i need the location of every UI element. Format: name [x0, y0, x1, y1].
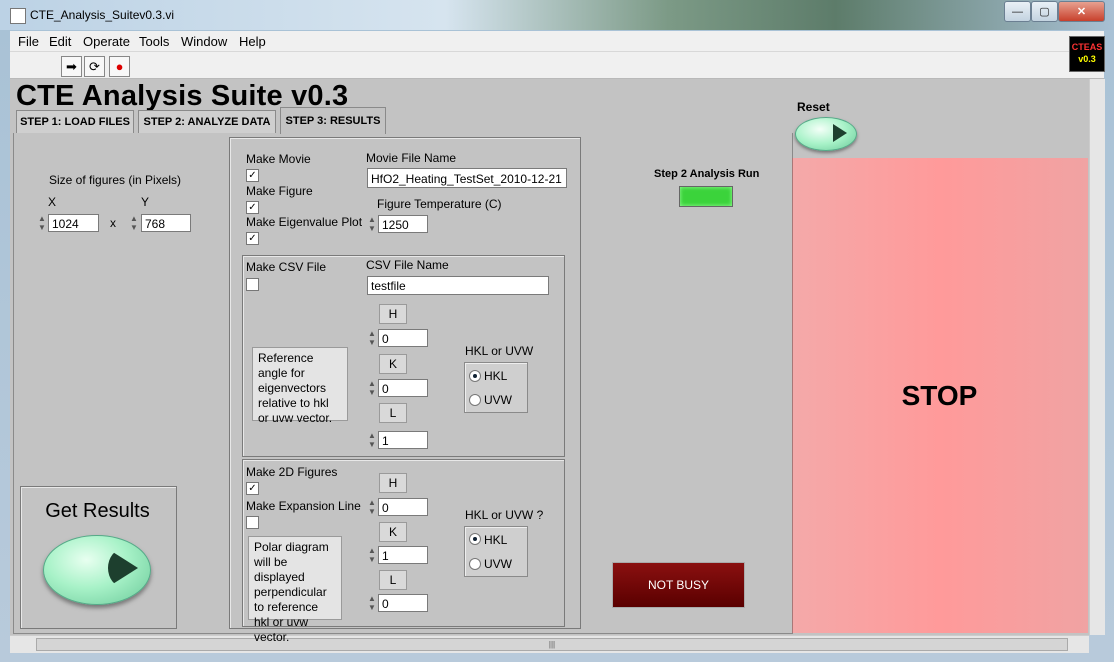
- menu-bar: [10, 31, 1104, 52]
- csv-file-label: CSV File Name: [366, 258, 449, 272]
- polar-hkl-label: HKL: [484, 533, 508, 547]
- polar-h-spinner[interactable]: ▲ ▼: [368, 496, 376, 518]
- y-label: Y: [141, 195, 150, 209]
- menu-help[interactable]: Help: [239, 34, 266, 49]
- h-input[interactable]: 0: [378, 329, 428, 347]
- csv-uvw-label: UVW: [484, 393, 512, 407]
- temp-spinner[interactable]: ▲ ▼: [368, 213, 376, 235]
- run-icon[interactable]: ➡: [61, 56, 82, 77]
- minimize-button[interactable]: —: [1004, 1, 1031, 22]
- vertical-scrollbar[interactable]: [1089, 79, 1105, 635]
- abort-icon[interactable]: ●: [109, 56, 130, 77]
- csv-uvw-radio[interactable]: [469, 394, 481, 406]
- movie-file-input[interactable]: HfO2_Heating_TestSet_2010-12-21: [367, 168, 567, 188]
- scroll-thumb[interactable]: |||: [36, 638, 1068, 651]
- make-exp-label: Make Expansion Line: [246, 499, 361, 513]
- x-spinner[interactable]: ▲ ▼: [38, 212, 46, 234]
- y-spinner[interactable]: ▲ ▼: [130, 212, 138, 234]
- figure-size-label: Size of figures (in Pixels): [49, 173, 182, 187]
- logo-version: v0.3: [1078, 54, 1096, 64]
- get-results-label: Get Results: [45, 500, 150, 522]
- temp-label: Figure Temperature (C): [377, 197, 502, 211]
- l-label: L: [379, 403, 407, 423]
- make-eigen-checkbox[interactable]: ✓: [246, 232, 259, 245]
- polar-uvw-label: UVW: [484, 557, 512, 571]
- make-2d-label: Make 2D Figures: [246, 465, 338, 479]
- k-label: K: [379, 354, 407, 374]
- polar-note: Polar diagram will be displayed perpendi…: [248, 536, 342, 644]
- movie-file-label: Movie File Name: [366, 151, 457, 165]
- l-input[interactable]: 1: [378, 431, 428, 449]
- step2-led: [679, 186, 733, 207]
- menu-tools[interactable]: Tools: [139, 34, 169, 49]
- polar-l-label: L: [379, 570, 407, 590]
- run-continuously-icon[interactable]: ⟳: [84, 56, 105, 77]
- l-spinner[interactable]: ▲ ▼: [368, 429, 376, 451]
- make-movie-checkbox[interactable]: ✓: [246, 169, 259, 182]
- menu-file[interactable]: File: [18, 34, 39, 49]
- k-input[interactable]: 0: [378, 379, 428, 397]
- make-figure-checkbox[interactable]: ✓: [246, 201, 259, 214]
- toolbar: [10, 52, 1104, 79]
- make-movie-label: Make Movie: [246, 152, 311, 166]
- menu-window[interactable]: Window: [181, 34, 227, 49]
- tab-analyze-data[interactable]: STEP 2: ANALYZE DATA: [138, 110, 276, 133]
- logo: CTEAS v0.3: [1069, 36, 1105, 72]
- tab-load-files[interactable]: STEP 1: LOAD FILES: [16, 110, 134, 133]
- polar-k-label: K: [379, 522, 407, 542]
- y-size-input[interactable]: 768: [141, 214, 191, 232]
- x-size-input[interactable]: 1024: [48, 214, 99, 232]
- app-icon: [10, 8, 26, 24]
- maximize-button[interactable]: ▢: [1031, 1, 1058, 22]
- h-label: H: [379, 304, 407, 324]
- h-spinner[interactable]: ▲ ▼: [368, 327, 376, 349]
- reference-angle-note: Reference angle for eigenvectors relativ…: [252, 347, 348, 425]
- polar-mode-label: HKL or UVW ?: [465, 508, 544, 522]
- polar-uvw-radio[interactable]: [469, 558, 481, 570]
- reset-label: Reset: [797, 100, 830, 114]
- make-csv-checkbox[interactable]: [246, 278, 259, 291]
- csv-mode-label: HKL or UVW: [465, 344, 534, 358]
- make-exp-checkbox[interactable]: [246, 516, 259, 529]
- csv-hkl-radio[interactable]: [469, 370, 481, 382]
- csv-hkl-label: HKL: [484, 369, 508, 383]
- polar-k-spinner[interactable]: ▲ ▼: [368, 544, 376, 566]
- polar-k-input[interactable]: 1: [378, 546, 428, 564]
- x-label: X: [48, 195, 57, 209]
- make-2d-checkbox[interactable]: ✓: [246, 482, 259, 495]
- step2-label: Step 2 Analysis Run: [654, 168, 760, 180]
- csv-file-input[interactable]: testfile: [367, 276, 549, 295]
- tab-results[interactable]: STEP 3: RESULTS: [280, 107, 386, 134]
- make-figure-label: Make Figure: [246, 184, 313, 198]
- polar-l-spinner[interactable]: ▲ ▼: [368, 592, 376, 614]
- close-button[interactable]: ✕: [1058, 1, 1105, 22]
- reset-button[interactable]: [795, 117, 857, 151]
- k-spinner[interactable]: ▲ ▼: [368, 377, 376, 399]
- size-separator: x: [110, 216, 116, 230]
- menu-edit[interactable]: Edit: [49, 34, 71, 49]
- stop-label: STOP: [901, 380, 978, 411]
- busy-indicator: NOT BUSY: [612, 562, 745, 608]
- temp-input[interactable]: 1250: [378, 215, 428, 233]
- polar-hkl-radio[interactable]: [469, 533, 481, 545]
- window-title: CTE_Analysis_Suitev0.3.vi: [30, 8, 175, 22]
- polar-h-input[interactable]: 0: [378, 498, 428, 516]
- polar-h-label: H: [379, 473, 407, 493]
- make-csv-label: Make CSV File: [246, 260, 327, 274]
- make-eigen-label: Make Eigenvalue Plot: [246, 215, 363, 229]
- menu-operate[interactable]: Operate: [83, 34, 130, 49]
- logo-text: CTEAS: [1071, 42, 1103, 52]
- polar-l-input[interactable]: 0: [378, 594, 428, 612]
